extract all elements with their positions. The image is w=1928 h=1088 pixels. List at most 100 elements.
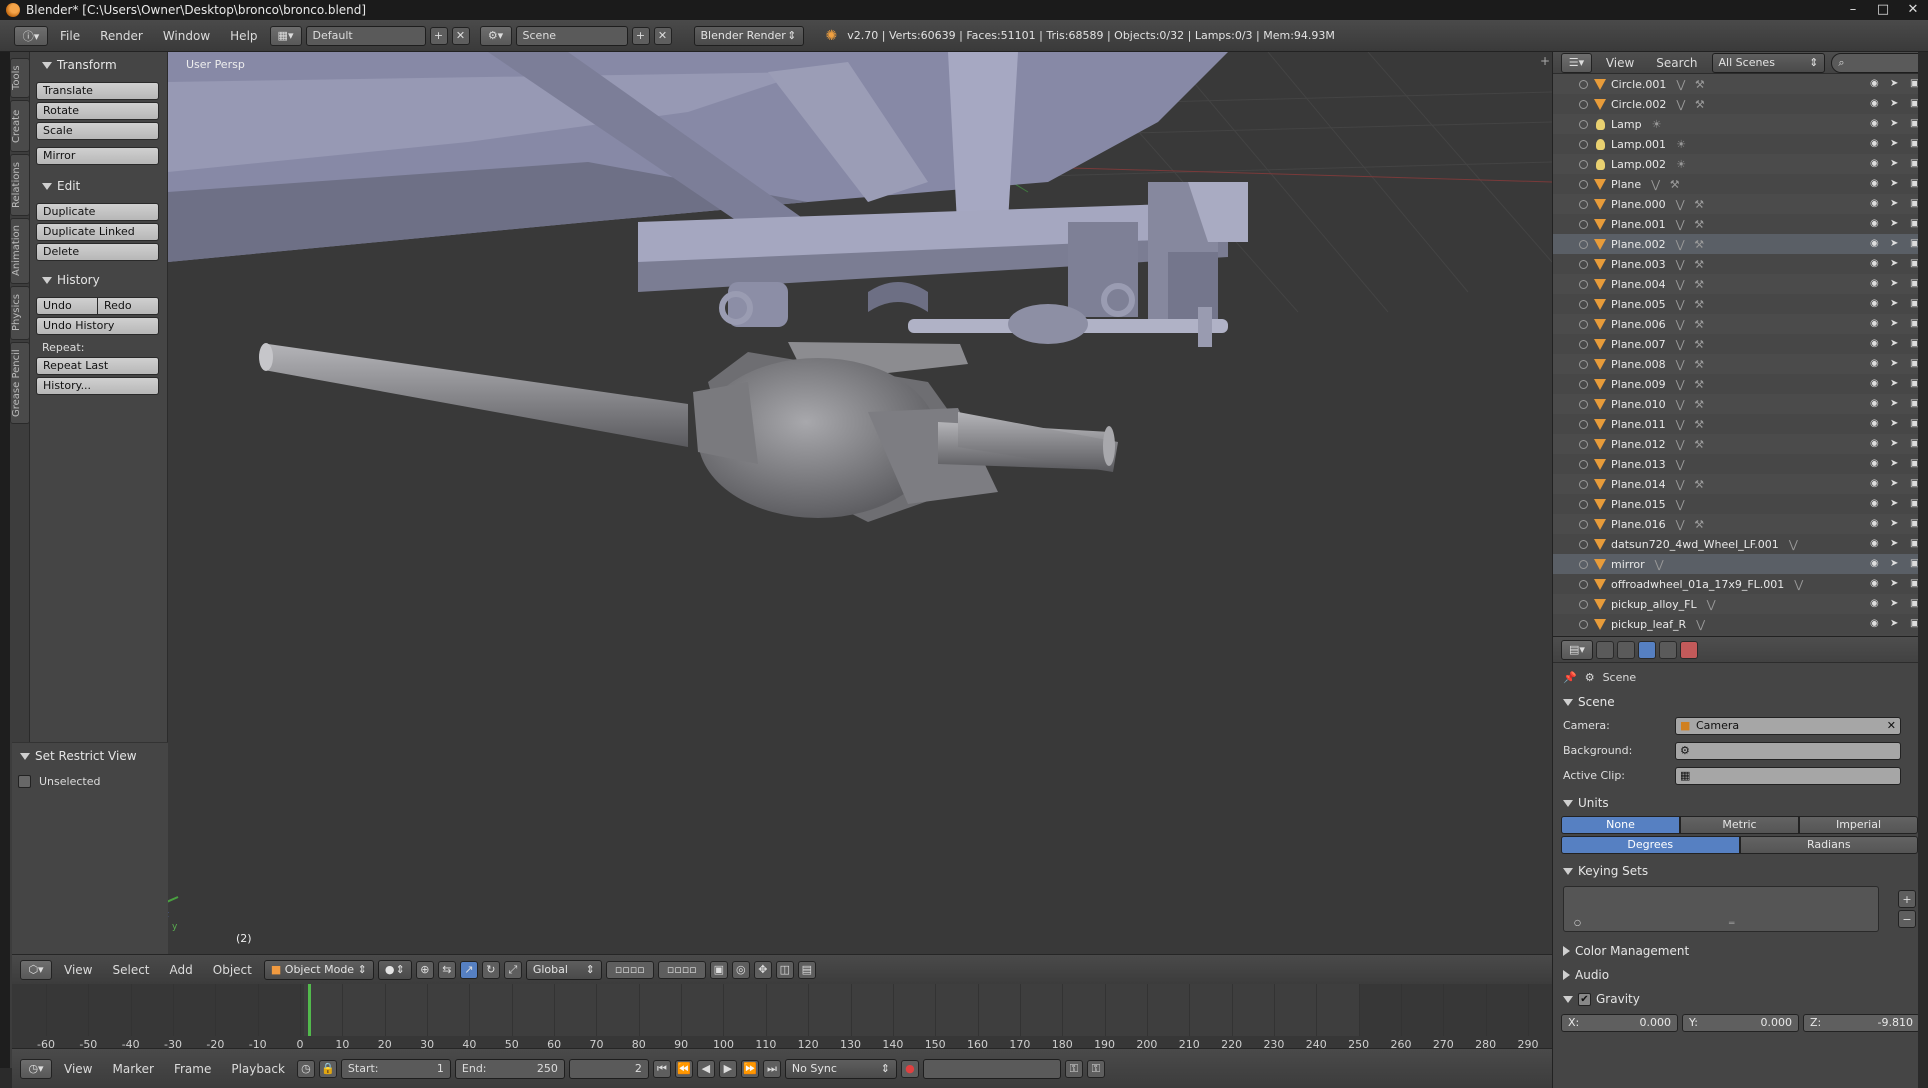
visibility-eye-icon[interactable]: ◉	[1870, 279, 1880, 289]
undo-history-button[interactable]: Undo History	[36, 317, 159, 335]
selectable-cursor-icon[interactable]: ➤	[1890, 419, 1900, 429]
menu-timeline-view[interactable]: View	[56, 1059, 100, 1079]
visibility-eye-icon[interactable]: ◉	[1870, 599, 1880, 609]
tab-create[interactable]: Create	[10, 100, 30, 152]
degrees-button[interactable]: Degrees	[1561, 836, 1740, 854]
history-panel-header[interactable]: History	[30, 269, 167, 291]
jump-end-icon[interactable]: ⏭	[762, 1059, 781, 1078]
menu-frame[interactable]: Frame	[166, 1059, 219, 1079]
menu-object[interactable]: Object	[205, 960, 260, 980]
selectable-cursor-icon[interactable]: ➤	[1890, 79, 1900, 89]
selectable-cursor-icon[interactable]: ➤	[1890, 459, 1900, 469]
restrict-panel-header[interactable]: Set Restrict View	[12, 745, 168, 767]
editor-type-info-button[interactable]: ⓘ▾	[14, 25, 48, 46]
outliner-row[interactable]: Plane.015 ⋁ ◉ ➤ ▣	[1553, 494, 1928, 514]
selectable-cursor-icon[interactable]: ➤	[1890, 299, 1900, 309]
selectable-cursor-icon[interactable]: ➤	[1890, 119, 1900, 129]
manipulator-icon[interactable]: ⇆	[437, 960, 456, 979]
snap-icon[interactable]: ✥	[753, 960, 772, 979]
sync-select[interactable]: No Sync ⇕	[784, 1058, 897, 1079]
tab-animation[interactable]: Animation	[10, 218, 30, 284]
delete-button[interactable]: Delete	[36, 243, 159, 261]
screen-layout-field[interactable]: Default	[305, 25, 426, 46]
outliner-row[interactable]: Plane.008 ⋁ ⚒ ◉ ➤ ▣	[1553, 354, 1928, 374]
jump-next-key-icon[interactable]: ⏩	[740, 1059, 759, 1078]
pivot-icon[interactable]: ⊕	[415, 960, 434, 979]
display-mode-select[interactable]: All Scenes ⇕	[1711, 52, 1826, 73]
scene-tab-icon[interactable]	[1638, 640, 1656, 659]
timeline[interactable]: -60 -50 -40 -30 -20 -10 0 10 20 30 40 50 60 70 80 90 100…	[12, 984, 1552, 1051]
close-button[interactable]: ✕	[1898, 0, 1928, 20]
outliner-row[interactable]: pickup_leaf_R ⋁ ◉ ➤ ▣	[1553, 614, 1928, 634]
render-preview-icon[interactable]: ◫	[775, 960, 794, 979]
record-icon[interactable]: ●	[900, 1059, 919, 1078]
outliner-row[interactable]: pickup_alloy_FL ⋁ ◉ ➤ ▣	[1553, 594, 1928, 614]
selectable-cursor-icon[interactable]: ➤	[1890, 619, 1900, 629]
maximize-button[interactable]: □	[1868, 0, 1898, 20]
scene-field[interactable]: Scene	[515, 25, 628, 46]
menu-window[interactable]: Window	[155, 26, 218, 46]
expand-icon[interactable]	[1579, 359, 1588, 369]
keying-sets-panel-header[interactable]: Keying Sets	[1553, 860, 1928, 882]
viewport-corner-icon[interactable]: +	[1540, 54, 1550, 68]
outliner-row[interactable]: Plane.004 ⋁ ⚒ ◉ ➤ ▣	[1553, 274, 1928, 294]
visibility-eye-icon[interactable]: ◉	[1870, 379, 1880, 389]
expand-icon[interactable]	[1579, 459, 1588, 469]
outliner-row[interactable]: Plane.005 ⋁ ⚒ ◉ ➤ ▣	[1553, 294, 1928, 314]
visibility-eye-icon[interactable]: ◉	[1870, 399, 1880, 409]
visibility-eye-icon[interactable]: ◉	[1870, 359, 1880, 369]
selectable-cursor-icon[interactable]: ➤	[1890, 479, 1900, 489]
expand-icon[interactable]	[1579, 539, 1588, 549]
visibility-eye-icon[interactable]: ◉	[1870, 479, 1880, 489]
selectable-cursor-icon[interactable]: ➤	[1890, 239, 1900, 249]
remove-scene-button[interactable]: ✕	[653, 26, 672, 45]
expand-icon[interactable]	[1579, 519, 1588, 529]
remove-layout-button[interactable]: ✕	[451, 26, 470, 45]
visibility-eye-icon[interactable]: ◉	[1870, 519, 1880, 529]
duplicate-linked-button[interactable]: Duplicate Linked	[36, 223, 159, 241]
scale-manipulator-icon[interactable]: ⤢	[503, 960, 522, 979]
visibility-eye-icon[interactable]: ◉	[1870, 539, 1880, 549]
selectable-cursor-icon[interactable]: ➤	[1890, 199, 1900, 209]
repeat-last-button[interactable]: Repeat Last	[36, 357, 159, 375]
expand-icon[interactable]	[1579, 99, 1588, 109]
menu-file[interactable]: File	[52, 26, 88, 46]
menu-playback[interactable]: Playback	[223, 1059, 293, 1079]
outliner-row[interactable]: Plane.007 ⋁ ⚒ ◉ ➤ ▣	[1553, 334, 1928, 354]
visibility-eye-icon[interactable]: ◉	[1870, 119, 1880, 129]
outliner-row[interactable]: Circle.002 ⋁ ⚒ ◉ ➤ ▣	[1553, 94, 1928, 114]
layers-grid-2[interactable]: ▫▫▫▫	[657, 960, 706, 979]
visibility-eye-icon[interactable]: ◉	[1870, 179, 1880, 189]
visibility-eye-icon[interactable]: ◉	[1870, 159, 1880, 169]
selectable-cursor-icon[interactable]: ➤	[1890, 359, 1900, 369]
expand-icon[interactable]	[1579, 499, 1588, 509]
selectable-cursor-icon[interactable]: ➤	[1890, 599, 1900, 609]
visibility-eye-icon[interactable]: ◉	[1870, 339, 1880, 349]
translate-button[interactable]: Translate	[36, 82, 159, 100]
play-icon[interactable]: ▶	[718, 1059, 737, 1078]
expand-icon[interactable]	[1579, 479, 1588, 489]
gravity-panel-header[interactable]: ✔ Gravity	[1553, 988, 1928, 1010]
selectable-cursor-icon[interactable]: ➤	[1890, 279, 1900, 289]
outliner-row[interactable]: Plane.013 ⋁ ◉ ➤ ▣	[1553, 454, 1928, 474]
expand-icon[interactable]	[1579, 239, 1588, 249]
active-clip-field[interactable]: ▦	[1675, 766, 1901, 785]
outliner-row[interactable]: Plane.003 ⋁ ⚒ ◉ ➤ ▣	[1553, 254, 1928, 274]
add-layout-button[interactable]: +	[429, 26, 448, 45]
expand-icon[interactable]	[1579, 79, 1588, 89]
rotate-manipulator-icon[interactable]: ↻	[481, 960, 500, 979]
tab-grease-pencil[interactable]: Grease Pencil	[10, 342, 30, 424]
camera-field[interactable]: ■ Camera ✕	[1675, 716, 1901, 735]
selectable-cursor-icon[interactable]: ➤	[1890, 439, 1900, 449]
texture-tab-icon[interactable]	[1680, 640, 1698, 659]
tab-tools[interactable]: Tools	[10, 58, 30, 98]
color-management-panel-header[interactable]: Color Management	[1553, 940, 1928, 962]
gravity-x-field[interactable]: X: 0.000	[1561, 1014, 1678, 1032]
expand-icon[interactable]	[1579, 439, 1588, 449]
mode-select[interactable]: ■ Object Mode ⇕	[263, 959, 374, 980]
expand-icon[interactable]	[1579, 399, 1588, 409]
menu-outliner-search[interactable]: Search	[1648, 53, 1705, 73]
visibility-eye-icon[interactable]: ◉	[1870, 79, 1880, 89]
scene-icon[interactable]: ⚙▾	[479, 25, 512, 46]
render-layers-tab-icon[interactable]	[1617, 640, 1635, 659]
